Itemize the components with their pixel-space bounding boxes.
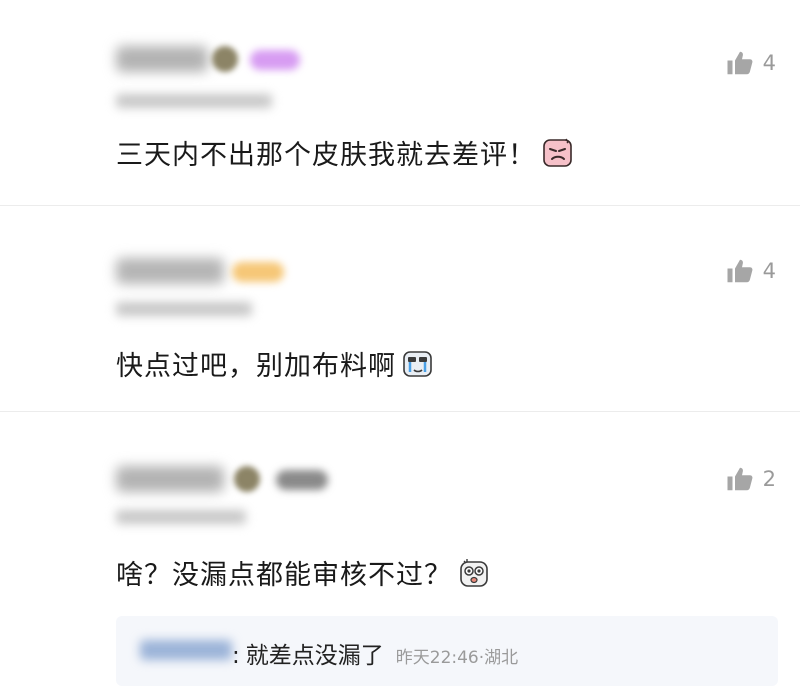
thumbs-up-icon bbox=[727, 51, 753, 75]
comment-text: 快点过吧，别加布料啊 bbox=[116, 351, 396, 382]
level-badge bbox=[212, 46, 238, 72]
like-count: 4 bbox=[762, 259, 776, 283]
vip-badge bbox=[232, 262, 284, 282]
avatar[interactable] bbox=[22, 36, 98, 112]
like-count: 2 bbox=[762, 467, 776, 491]
comment-text: 三天内不出那个皮肤我就去差评！ bbox=[116, 140, 536, 171]
username-redacted[interactable] bbox=[116, 466, 224, 492]
thumbs-up-icon bbox=[727, 467, 753, 491]
comment-meta-redacted bbox=[116, 510, 246, 524]
vip-badge bbox=[250, 50, 300, 70]
like-button[interactable]: 4 bbox=[725, 256, 776, 286]
surprised-emoji-icon bbox=[460, 558, 488, 587]
comment-text-row: 三天内不出那个皮肤我就去差评！ bbox=[116, 133, 574, 172]
comment-meta-redacted bbox=[116, 302, 252, 316]
like-button[interactable]: 2 bbox=[725, 464, 776, 494]
avatar[interactable] bbox=[22, 458, 98, 534]
reply-username-redacted[interactable] bbox=[140, 640, 232, 660]
comment-list: 4 三天内不出那个皮肤我就去差评！ 4 快点过吧，别加布料啊 2 啥？没漏点都能… bbox=[0, 0, 800, 697]
crying-emoji-icon bbox=[403, 350, 432, 377]
comment-text: 啥？没漏点都能审核不过？ bbox=[116, 560, 452, 591]
username-redacted[interactable] bbox=[116, 258, 224, 284]
level-badge bbox=[234, 466, 260, 492]
like-count: 4 bbox=[762, 51, 776, 75]
reply-time-location: 昨天22:46·湖北 bbox=[395, 648, 519, 668]
comment-text-row: 快点过吧，别加布料啊 bbox=[116, 344, 434, 383]
reply-preview[interactable]: : 就差点没漏了 昨天22:46·湖北 bbox=[116, 616, 778, 686]
like-button[interactable]: 4 bbox=[725, 48, 776, 78]
reply-separator: : bbox=[232, 643, 240, 669]
avatar[interactable] bbox=[22, 252, 98, 328]
vip-badge bbox=[276, 470, 328, 490]
reply-text: 就差点没漏了 bbox=[245, 643, 384, 669]
reply-line: : 就差点没漏了 昨天22:46·湖北 bbox=[232, 636, 518, 670]
comment-text-row: 啥？没漏点都能审核不过？ bbox=[116, 553, 490, 592]
angry-emoji-icon bbox=[543, 138, 572, 167]
comment-meta-redacted bbox=[116, 94, 272, 108]
thumbs-up-icon bbox=[727, 259, 753, 283]
username-redacted[interactable] bbox=[116, 46, 208, 72]
